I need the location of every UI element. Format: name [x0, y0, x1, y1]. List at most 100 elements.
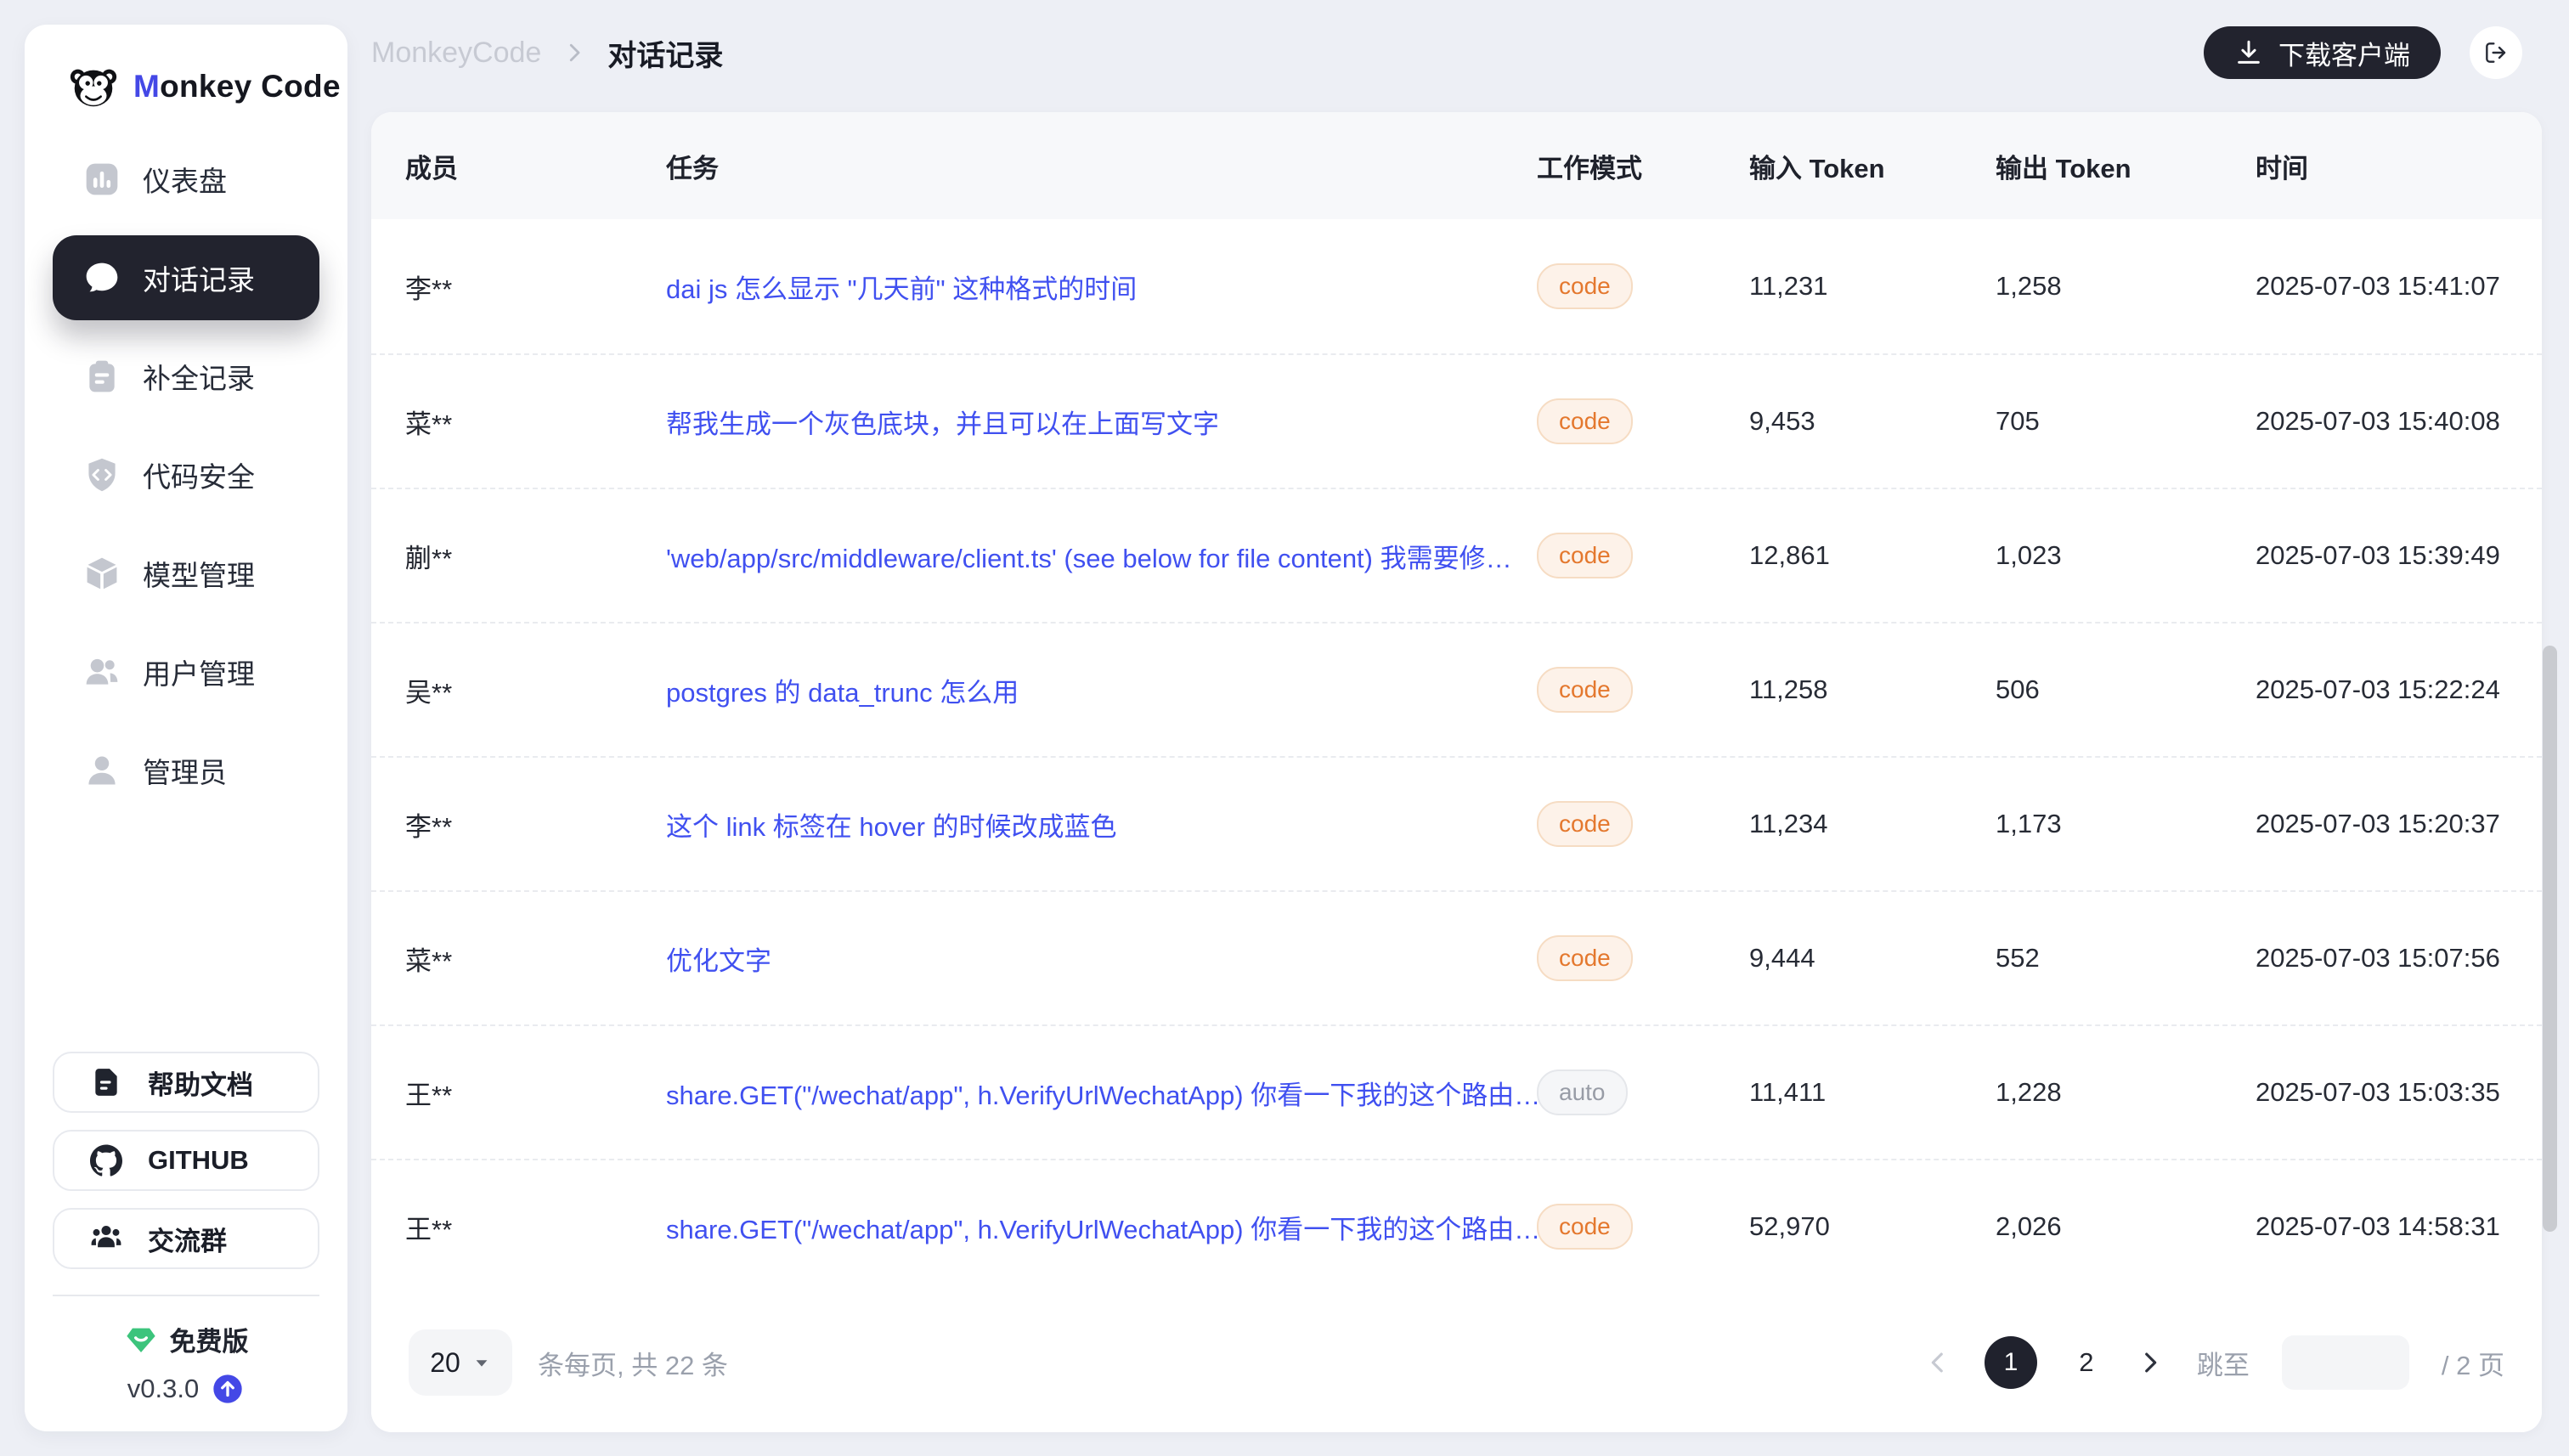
- task-link[interactable]: postgres 的 data_trunc 怎么用: [666, 671, 1537, 709]
- download-client-button[interactable]: 下载客户端: [2204, 26, 2441, 79]
- task-link[interactable]: 帮我生成一个灰色底块，并且可以在上面写文字: [666, 403, 1537, 441]
- sidebar-item[interactable]: 代码安全: [53, 432, 319, 517]
- input-token-cell: 11,411: [1749, 1077, 1996, 1108]
- upgrade-icon[interactable]: [211, 1372, 245, 1406]
- table-body: 李** dai js 怎么显示 "几天前" 这种格式的时间 code 11,23…: [371, 219, 2542, 1293]
- screen: Monkey Code 仪表盘 对话记录 补全记录 代码安全 模型管理: [0, 0, 2569, 1456]
- cube-icon: [83, 555, 121, 592]
- table-row: 吴** postgres 的 data_trunc 怎么用 code 11,25…: [371, 622, 2542, 756]
- page-size-value: 20: [430, 1347, 460, 1379]
- page-number[interactable]: 1: [1985, 1336, 2037, 1389]
- time-cell: 2025-07-03 15:22:24: [2256, 674, 2508, 705]
- logo: Monkey Code: [25, 25, 347, 113]
- col-member: 成员: [405, 147, 666, 185]
- chat-icon: [83, 259, 121, 296]
- sidebar-item-label: 补全记录: [143, 356, 255, 397]
- input-token-cell: 12,861: [1749, 540, 1996, 571]
- table-row: 李** 这个 link 标签在 hover 的时候改成蓝色 code 11,23…: [371, 756, 2542, 890]
- member-cell: 吴**: [405, 671, 666, 709]
- sidebar-item[interactable]: 补全记录: [53, 334, 319, 419]
- caret-down-icon: [472, 1353, 491, 1372]
- version-label: v0.3.0: [127, 1374, 199, 1404]
- page-size-select[interactable]: 20: [409, 1329, 512, 1396]
- member-cell: 王**: [405, 1208, 666, 1246]
- sidebar-item[interactable]: 对话记录: [53, 235, 319, 320]
- sidebar-item-label: 仪表盘: [143, 159, 227, 200]
- col-task: 任务: [666, 147, 1537, 185]
- logout-icon: [2482, 39, 2510, 66]
- pagination-left: 20 条每页, 共 22 条: [409, 1329, 728, 1396]
- records-table-card: 成员 任务 工作模式 输入 Token 输出 Token 时间 李** dai …: [371, 112, 2542, 1432]
- sidebar-item-label: 用户管理: [143, 652, 255, 692]
- time-cell: 2025-07-03 14:58:31: [2256, 1211, 2508, 1242]
- clipboard-icon: [83, 358, 121, 395]
- sidebar-item[interactable]: 模型管理: [53, 531, 319, 616]
- table-row: 王** share.GET("/wechat/app", h.VerifyUrl…: [371, 1159, 2542, 1293]
- document-icon: [90, 1066, 122, 1098]
- users-icon: [83, 653, 121, 691]
- chevron-right-icon: [562, 40, 587, 65]
- task-link[interactable]: share.GET("/wechat/app", h.VerifyUrlWech…: [666, 1208, 1537, 1246]
- task-link[interactable]: dai js 怎么显示 "几天前" 这种格式的时间: [666, 268, 1537, 306]
- time-cell: 2025-07-03 15:40:08: [2256, 406, 2508, 437]
- mode-badge: code: [1537, 935, 1633, 981]
- sidebar-footer-button-label: 帮助文档: [148, 1064, 253, 1102]
- plan-label: 免费版: [170, 1320, 249, 1358]
- time-cell: 2025-07-03 15:41:07: [2256, 271, 2508, 302]
- table-header: 成员 任务 工作模式 输入 Token 输出 Token 时间: [371, 112, 2542, 219]
- sidebar-footer-button[interactable]: GITHUB: [53, 1130, 319, 1191]
- sidebar-item-label: 对话记录: [143, 257, 255, 298]
- output-token-cell: 705: [1996, 406, 2256, 437]
- page-number[interactable]: 2: [2069, 1347, 2103, 1378]
- mode-badge: code: [1537, 1204, 1633, 1250]
- topbar-actions: 下载客户端: [2204, 26, 2522, 79]
- prev-page-icon[interactable]: [1923, 1348, 1952, 1377]
- input-token-cell: 11,234: [1749, 809, 1996, 839]
- task-link[interactable]: 这个 link 标签在 hover 的时候改成蓝色: [666, 805, 1537, 844]
- member-cell: 李**: [405, 805, 666, 844]
- logout-button[interactable]: [2470, 26, 2522, 79]
- next-page-icon[interactable]: [2136, 1348, 2165, 1377]
- output-token-cell: 2,026: [1996, 1211, 2256, 1242]
- table-row: 李** dai js 怎么显示 "几天前" 这种格式的时间 code 11,23…: [371, 219, 2542, 353]
- mode-badge: code: [1537, 398, 1633, 444]
- table-row: 王** share.GET("/wechat/app", h.VerifyUrl…: [371, 1024, 2542, 1159]
- jump-to-label: 跳至: [2197, 1344, 2250, 1382]
- input-token-cell: 9,453: [1749, 406, 1996, 437]
- col-mode: 工作模式: [1537, 147, 1749, 185]
- download-icon: [2234, 38, 2263, 67]
- input-token-cell: 11,258: [1749, 674, 1996, 705]
- total-pages-label: / 2 页: [2442, 1344, 2504, 1382]
- scrollbar-thumb[interactable]: [2543, 646, 2557, 1232]
- mode-badge: code: [1537, 533, 1633, 578]
- brand-name: Monkey Code: [133, 69, 341, 104]
- member-cell: 李**: [405, 268, 666, 306]
- input-token-cell: 11,231: [1749, 271, 1996, 302]
- group-icon: [90, 1222, 122, 1255]
- pagination-summary: 条每页, 共 22 条: [538, 1344, 728, 1382]
- sidebar-item[interactable]: 管理员: [53, 728, 319, 813]
- col-input-token: 输入 Token: [1749, 147, 1996, 185]
- monkey-logo-icon: [67, 60, 120, 113]
- output-token-cell: 552: [1996, 943, 2256, 973]
- task-link[interactable]: share.GET("/wechat/app", h.VerifyUrlWech…: [666, 1074, 1537, 1112]
- jump-to-input[interactable]: [2282, 1335, 2409, 1390]
- task-link[interactable]: 'web/app/src/middleware/client.ts' (see …: [666, 537, 1537, 575]
- member-cell: 王**: [405, 1074, 666, 1112]
- table-row: 蒯** 'web/app/src/middleware/client.ts' (…: [371, 488, 2542, 622]
- sidebar-item[interactable]: 用户管理: [53, 629, 319, 714]
- plan-gem-icon: [124, 1323, 158, 1357]
- time-cell: 2025-07-03 15:20:37: [2256, 809, 2508, 839]
- sidebar-divider: [53, 1295, 319, 1296]
- sidebar-item[interactable]: 仪表盘: [53, 137, 319, 222]
- task-link[interactable]: 优化文字: [666, 940, 1537, 978]
- download-client-label: 下载客户端: [2278, 34, 2410, 72]
- output-token-cell: 1,173: [1996, 809, 2256, 839]
- input-token-cell: 52,970: [1749, 1211, 1996, 1242]
- breadcrumb-root[interactable]: MonkeyCode: [371, 37, 541, 70]
- sidebar: Monkey Code 仪表盘 对话记录 补全记录 代码安全 模型管理: [25, 25, 347, 1431]
- mode-badge: code: [1537, 263, 1633, 309]
- sidebar-footer-button[interactable]: 帮助文档: [53, 1052, 319, 1113]
- sidebar-footer-button[interactable]: 交流群: [53, 1208, 319, 1269]
- table-row: 菜** 帮我生成一个灰色底块，并且可以在上面写文字 code 9,453 705…: [371, 353, 2542, 488]
